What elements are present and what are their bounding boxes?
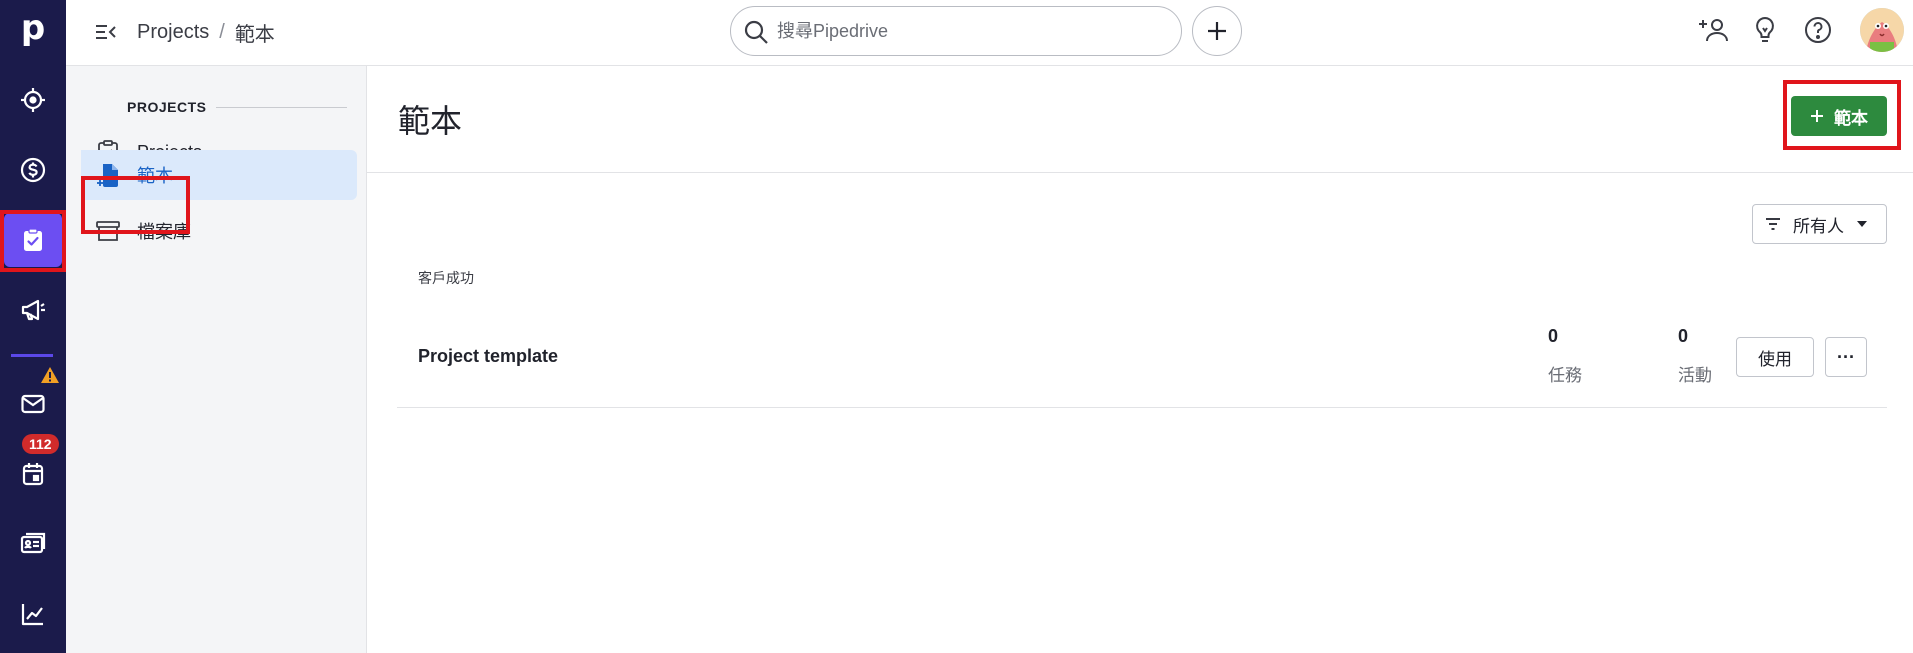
dollar-icon xyxy=(20,157,46,183)
add-template-label: 範本 xyxy=(1834,108,1868,128)
owner-filter-dropdown[interactable]: 所有人 xyxy=(1752,204,1887,244)
template-file-icon xyxy=(97,164,118,187)
nav-item-focus[interactable] xyxy=(0,70,66,130)
section-divider xyxy=(216,107,347,108)
help-icon[interactable] xyxy=(1802,14,1834,46)
breadcrumb-projects[interactable]: Projects xyxy=(137,21,209,44)
chevron-down-icon xyxy=(1857,221,1867,227)
lightbulb-icon[interactable] xyxy=(1749,14,1781,46)
invite-users-icon[interactable] xyxy=(1698,14,1730,46)
calendar-icon xyxy=(22,463,44,486)
tasks-count: 0 xyxy=(1548,326,1559,346)
page-title: 範本 xyxy=(398,103,463,139)
clipboard-check-icon xyxy=(24,228,42,251)
nav-item-activities[interactable] xyxy=(0,444,66,504)
use-template-button[interactable]: 使用 xyxy=(1736,337,1814,377)
main-nav-rail: p 112 xyxy=(0,0,66,653)
plus-icon xyxy=(1811,110,1823,122)
nav-separator xyxy=(11,354,53,357)
add-template-button[interactable]: 範本 xyxy=(1791,96,1887,136)
pipedrive-logo[interactable]: p xyxy=(0,0,66,56)
logo-letter: p xyxy=(20,8,46,48)
subnav-item-archive[interactable]: 檔案庫 xyxy=(66,206,357,256)
filter-label: 所有人 xyxy=(1793,216,1844,236)
breadcrumb-current: 範本 xyxy=(234,24,275,46)
activities-label: 活動 xyxy=(1678,366,1712,385)
nav-item-contacts[interactable] xyxy=(0,514,66,574)
mail-icon xyxy=(21,394,45,414)
nav-item-deals[interactable] xyxy=(0,140,66,200)
filter-icon xyxy=(1766,218,1780,230)
activities-count: 0 xyxy=(1678,326,1689,346)
subnav-item-templates[interactable]: 範本 xyxy=(81,150,357,200)
subnav-item-label: 檔案庫 xyxy=(137,222,191,242)
template-row[interactable]: Project template 0 任務 0 活動 使用 ··· xyxy=(397,302,1887,408)
nav-item-insights[interactable] xyxy=(0,584,66,644)
collapse-sidebar-icon[interactable] xyxy=(92,18,120,46)
breadcrumb-separator: / xyxy=(219,21,225,43)
megaphone-icon xyxy=(21,299,45,321)
tasks-label: 任務 xyxy=(1548,366,1582,385)
projects-subnav: PROJECTS Projects 範本 檔案庫 xyxy=(66,66,367,653)
contact-card-icon xyxy=(20,532,46,554)
quick-add-button[interactable] xyxy=(1192,6,1242,56)
templates-main: 範本 範本 所有人 客戶成功 Project template 0 任務 0 活… xyxy=(367,66,1913,653)
top-bar: Projects / 範本 xyxy=(66,0,1913,66)
app: p 112 Projects / 範本 搜尋Pipedrive PROJECTS… xyxy=(0,0,1913,653)
template-group-label: 客戶成功 xyxy=(418,270,474,286)
nav-item-campaigns[interactable] xyxy=(0,280,66,340)
tasks-stat: 0 任務 xyxy=(1548,326,1582,386)
subnav-section-title: PROJECTS xyxy=(127,99,207,115)
more-options-button[interactable]: ··· xyxy=(1825,337,1867,377)
breadcrumb: Projects / 範本 xyxy=(137,18,275,47)
search-box[interactable] xyxy=(730,6,1182,56)
header-divider xyxy=(367,172,1913,173)
search-input[interactable] xyxy=(777,17,1167,45)
subnav-item-label: 範本 xyxy=(137,166,173,186)
archive-icon xyxy=(96,221,120,241)
target-icon xyxy=(21,88,45,112)
template-name[interactable]: Project template xyxy=(418,346,558,367)
plus-icon xyxy=(1208,22,1226,40)
nav-item-projects[interactable] xyxy=(0,210,66,270)
nav-item-mail[interactable] xyxy=(0,374,66,434)
user-avatar[interactable] xyxy=(1860,8,1904,52)
avatar-image-icon xyxy=(1860,8,1904,52)
activities-stat: 0 活動 xyxy=(1678,326,1712,386)
search-icon xyxy=(744,20,768,44)
chart-icon xyxy=(21,604,43,626)
